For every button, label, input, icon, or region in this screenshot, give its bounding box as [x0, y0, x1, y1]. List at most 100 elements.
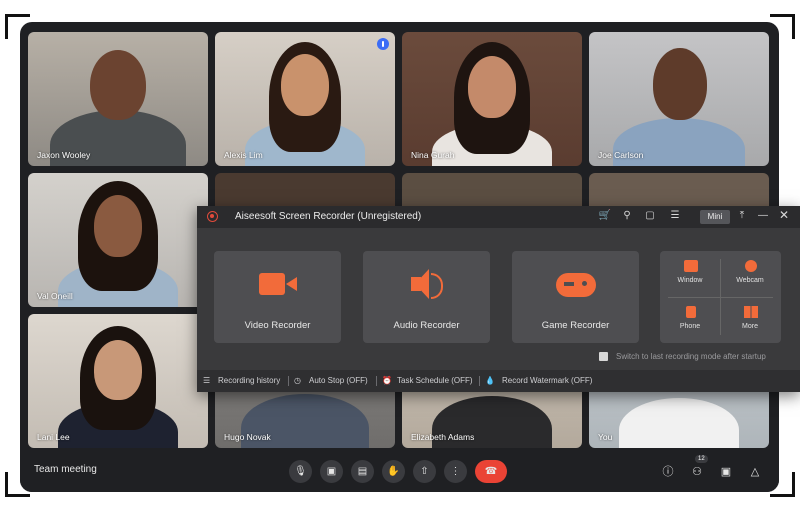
divider	[479, 376, 480, 386]
participant-name: Hugo Novak	[224, 432, 271, 442]
divider	[376, 376, 377, 386]
participant-figure	[468, 56, 516, 118]
game-recorder-label: Game Recorder	[541, 320, 610, 331]
audio-recorder-label: Audio Recorder	[393, 320, 460, 331]
activities-icon: △	[750, 465, 760, 478]
recorder-bottom-bar: ☰ Recording history ◷ Auto Stop (OFF) ⏰ …	[197, 370, 800, 392]
speaking-indicator-icon	[377, 38, 389, 50]
clock-icon: ◷	[294, 376, 301, 385]
more-options-button[interactable]: ⋮	[444, 460, 467, 483]
participant-tile[interactable]: Nina Gurah	[402, 32, 582, 166]
gamepad-icon	[556, 273, 596, 297]
phone-label: Phone	[679, 323, 701, 330]
video-camera-icon	[259, 273, 285, 295]
participant-tile[interactable]: Jaxon Wooley	[28, 32, 208, 166]
mini-mode-button[interactable]: Mini	[700, 210, 730, 224]
people-button[interactable]: ⚇ 12	[689, 455, 708, 479]
participant-name: You	[598, 432, 613, 442]
switch-last-mode-label: Switch to last recording mode after star…	[616, 352, 766, 361]
captions-button[interactable]: ▤	[351, 460, 374, 483]
menu-icon[interactable]: ☰	[668, 210, 682, 221]
meeting-title: Team meeting	[34, 464, 97, 475]
more-tools-button[interactable]: More	[720, 297, 780, 343]
activities-button[interactable]: △	[747, 463, 763, 479]
present-icon: ⇧	[420, 466, 429, 477]
participant-name: Lani Lee	[37, 432, 70, 442]
pin-icon[interactable]: ⤒	[735, 210, 749, 221]
mic-icon: 🎙	[294, 466, 307, 477]
camera-button[interactable]: ▣	[320, 460, 343, 483]
task-schedule-link[interactable]: Task Schedule (OFF)	[397, 376, 473, 385]
video-recorder-label: Video Recorder	[244, 320, 311, 331]
key-icon[interactable]: ⚲	[620, 210, 634, 221]
participant-tile[interactable]: Alexis Lim	[215, 32, 395, 166]
participant-name: Jaxon Wooley	[37, 150, 91, 160]
participant-figure	[94, 195, 142, 257]
info-button[interactable]: ⓘ	[660, 463, 676, 479]
participant-name: Val Oneill	[37, 291, 73, 301]
audio-recorder-card[interactable]: Audio Recorder	[363, 251, 490, 343]
window-icon	[684, 260, 698, 272]
window-recorder-button[interactable]: Window	[660, 251, 720, 297]
record-watermark-link[interactable]: Record Watermark (OFF)	[502, 376, 592, 385]
more-label: More	[742, 323, 758, 330]
info-icon: ⓘ	[662, 466, 674, 478]
cart-icon[interactable]: 🛒	[598, 210, 612, 221]
raise-hand-icon: ✋	[387, 466, 400, 477]
alarm-clock-icon: ⏰	[382, 376, 392, 385]
participant-tile[interactable]: Lani Lee	[28, 314, 208, 448]
gamepad-button-icon	[582, 281, 587, 286]
speaker-cone-icon	[415, 269, 429, 299]
phone-icon	[686, 306, 696, 318]
mic-button[interactable]: 🎙	[289, 460, 312, 483]
chat-button[interactable]: ▣	[718, 463, 734, 479]
participant-name: Joe Carlson	[598, 150, 644, 160]
webcam-icon	[745, 260, 757, 272]
close-icon[interactable]: ✕	[777, 208, 791, 222]
video-camera-lens-icon	[286, 277, 297, 291]
more-grid-icon	[744, 306, 758, 318]
participant-name: Nina Gurah	[411, 150, 455, 160]
participant-figure	[619, 398, 739, 448]
people-icon: ⚇	[692, 465, 702, 478]
participant-figure	[94, 340, 142, 400]
participant-figure	[281, 54, 329, 116]
recording-history-link[interactable]: Recording history	[218, 376, 280, 385]
divider	[288, 376, 289, 386]
recorder-title: Aiseesoft Screen Recorder (Unregistered)	[235, 211, 422, 222]
video-recorder-card[interactable]: Video Recorder	[214, 251, 341, 343]
more-tools-card: Window Webcam Phone More	[660, 251, 781, 343]
participant-figure	[90, 50, 146, 120]
screen-recorder-window: Aiseesoft Screen Recorder (Unregistered)…	[197, 206, 800, 392]
webcam-label: Webcam	[736, 277, 764, 284]
participant-tile[interactable]: Joe Carlson	[589, 32, 769, 166]
more-icon: ⋮	[450, 466, 461, 477]
end-call-icon: ☎	[484, 466, 498, 477]
feedback-icon[interactable]: ▢	[643, 210, 657, 221]
sound-wave-icon	[431, 273, 443, 299]
chat-icon: ▣	[720, 465, 732, 478]
switch-last-mode-checkbox[interactable]	[599, 352, 608, 361]
auto-stop-link[interactable]: Auto Stop (OFF)	[309, 376, 368, 385]
meeting-control-bar: Team meeting 🎙 ▣ ▤ ✋ ⇧ ⋮ ☎ ⓘ ⚇ 12 ▣ △	[20, 452, 779, 492]
participant-figure	[653, 48, 707, 120]
minimize-icon[interactable]: —	[756, 210, 770, 221]
gamepad-dpad-icon	[564, 282, 574, 286]
recorder-title-bar[interactable]: Aiseesoft Screen Recorder (Unregistered)…	[197, 206, 800, 228]
present-button[interactable]: ⇧	[413, 460, 436, 483]
participant-name: Elizabeth Adams	[411, 432, 475, 442]
webcam-recorder-button[interactable]: Webcam	[720, 251, 780, 297]
recorder-logo-icon	[207, 211, 218, 222]
end-call-button[interactable]: ☎	[475, 460, 507, 483]
window-label: Window	[677, 277, 703, 284]
participant-tile[interactable]: Val Oneill	[28, 173, 208, 307]
raise-hand-button[interactable]: ✋	[382, 460, 405, 483]
captions-icon: ▤	[357, 466, 368, 477]
participant-name: Alexis Lim	[224, 150, 263, 160]
game-recorder-card[interactable]: Game Recorder	[512, 251, 639, 343]
camera-icon: ▣	[326, 466, 337, 477]
phone-recorder-button[interactable]: Phone	[660, 297, 720, 343]
watermark-icon: 💧	[485, 376, 495, 385]
list-icon: ☰	[203, 376, 211, 385]
participants-count-badge: 12	[695, 455, 708, 463]
